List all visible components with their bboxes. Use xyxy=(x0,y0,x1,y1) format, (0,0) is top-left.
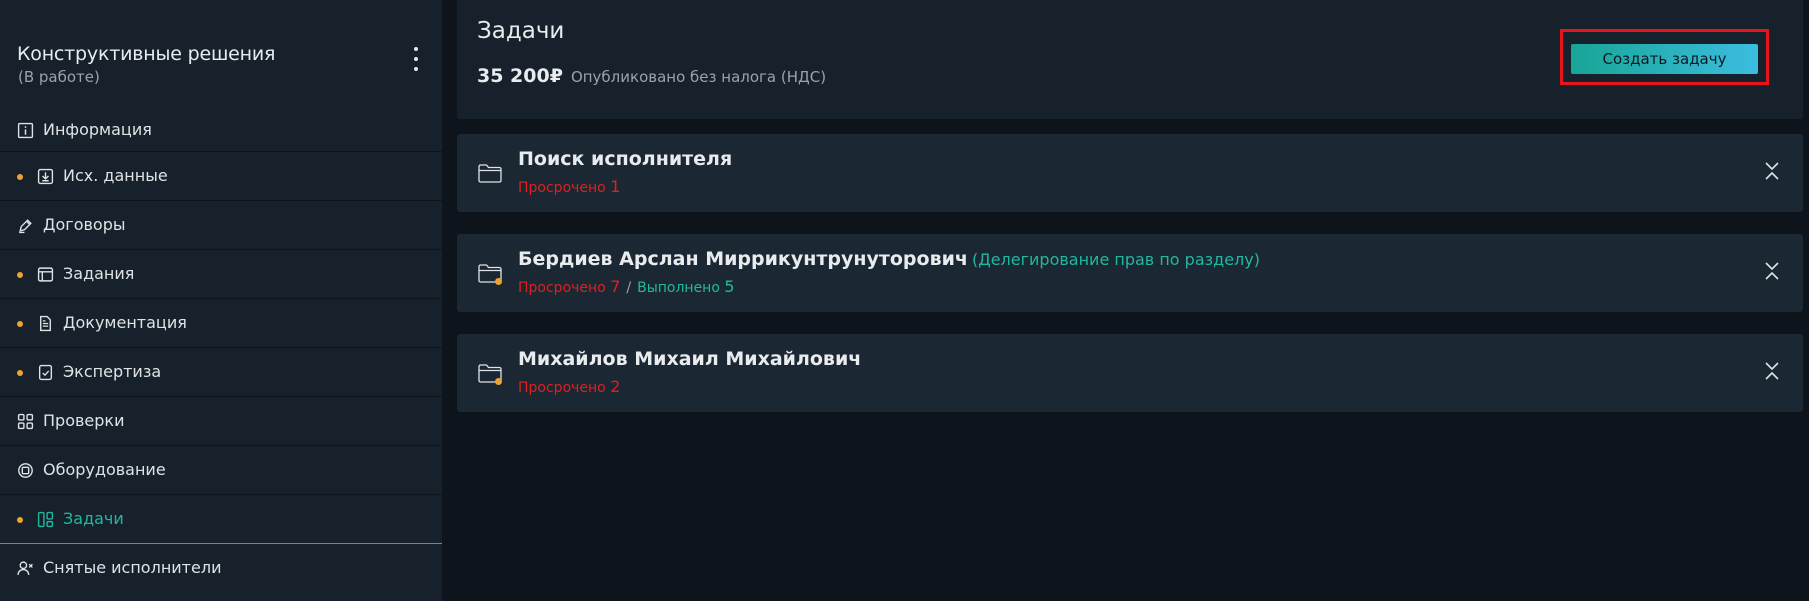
sidebar-item-label: Информация xyxy=(43,120,152,139)
collapse-icon[interactable] xyxy=(1763,260,1781,282)
sidebar-item-contracts[interactable]: Договоры xyxy=(0,201,442,250)
sidebar-item-tasks[interactable]: Задачи xyxy=(0,495,442,544)
sidebar-item-source-data[interactable]: Исх. данные xyxy=(0,152,442,201)
collapse-icon[interactable] xyxy=(1763,160,1781,182)
sidebar-item-label: Задания xyxy=(63,264,135,283)
price-note: Опубликовано без налога (НДС) xyxy=(570,68,827,86)
status-dot xyxy=(17,174,23,180)
group-title: Поиск исполнителя xyxy=(518,148,733,170)
task-group-executor-search[interactable]: Поиск исполнителя Просрочено 1 xyxy=(457,134,1803,212)
sidebar-item-info[interactable]: Информация xyxy=(0,109,442,152)
status-dot xyxy=(17,517,23,523)
group-subtitle: (Делегирование прав по разделу) xyxy=(971,250,1260,269)
tasks-header: Задачи 35 200₽ Опубликовано без налога (… xyxy=(457,0,1803,119)
status-dot xyxy=(17,370,23,376)
group-title: Бердиев Арслан Миррикунтрунуторович (Деле… xyxy=(518,248,1260,270)
sidebar-item-assignments[interactable]: Задания xyxy=(0,250,442,299)
overdue-count: Просрочено 7 xyxy=(518,277,621,296)
overdue-count: Просрочено 2 xyxy=(518,377,621,396)
project-status: (В работе) xyxy=(18,68,100,86)
collapse-icon[interactable] xyxy=(1763,360,1781,382)
project-header: Конструктивные решения (В работе) xyxy=(17,43,427,86)
page-title: Задачи xyxy=(477,18,565,44)
done-count: Выполнено 5 xyxy=(637,277,735,296)
user-remove-icon xyxy=(17,560,34,577)
info-icon xyxy=(17,122,34,139)
document-icon xyxy=(37,315,54,332)
sidebar-item-equipment[interactable]: Оборудование xyxy=(0,446,442,495)
sidebar-item-documentation[interactable]: Документация xyxy=(0,299,442,348)
window-icon xyxy=(37,266,54,283)
project-title: Конструктивные решения xyxy=(17,43,276,65)
layout-icon xyxy=(37,511,54,528)
price-row: 35 200₽ Опубликовано без налога (НДС) xyxy=(477,65,826,87)
sidebar-item-label: Договоры xyxy=(43,215,126,234)
group-title: Михайлов Михаил Михайлович xyxy=(518,348,862,370)
pen-icon xyxy=(17,217,34,234)
status-dot xyxy=(17,272,23,278)
sidebar-item-label: Проверки xyxy=(43,411,125,430)
status-dot xyxy=(495,378,502,385)
sidebar-item-label: Оборудование xyxy=(43,460,166,479)
sidebar-item-label: Снятые исполнители xyxy=(43,558,222,577)
status-dot xyxy=(17,321,23,327)
sidebar-item-label: Задачи xyxy=(63,509,124,528)
sidebar-item-removed-executors[interactable]: Снятые исполнители xyxy=(0,544,442,593)
sidebar-item-expertise[interactable]: Экспертиза xyxy=(0,348,442,397)
sidebar-item-label: Документация xyxy=(63,313,187,332)
status-dot xyxy=(495,278,502,285)
task-group-berdiev[interactable]: Бердиев Арслан Миррикунтрунуторович (Деле… xyxy=(457,234,1803,312)
folder-icon xyxy=(477,162,503,184)
sidebar-item-checks[interactable]: Проверки xyxy=(0,397,442,446)
group-stats: Просрочено 7 / Выполнено 5 xyxy=(518,277,735,296)
sidebar-item-label: Исх. данные xyxy=(63,166,168,185)
separator: / xyxy=(626,280,632,296)
grid-icon xyxy=(17,413,34,430)
download-icon xyxy=(37,168,54,185)
more-menu-icon[interactable] xyxy=(407,47,425,71)
overdue-count: Просрочено 1 xyxy=(518,177,621,196)
price-value: 35 200₽ xyxy=(477,65,563,87)
task-group-mikhailov[interactable]: Михайлов Михаил Михайлович Просрочено 2 xyxy=(457,334,1803,412)
sidebar-nav: Информация Исх. данные Договоры Задания xyxy=(0,109,442,593)
chip-icon xyxy=(17,462,34,479)
sidebar: Конструктивные решения (В работе) Информ… xyxy=(0,0,442,601)
group-stats: Просрочено 2 xyxy=(518,377,620,396)
group-stats: Просрочено 1 xyxy=(518,177,620,196)
create-task-button[interactable]: Создать задачу xyxy=(1571,44,1758,74)
checklist-icon xyxy=(37,364,54,381)
sidebar-item-label: Экспертиза xyxy=(63,362,162,381)
